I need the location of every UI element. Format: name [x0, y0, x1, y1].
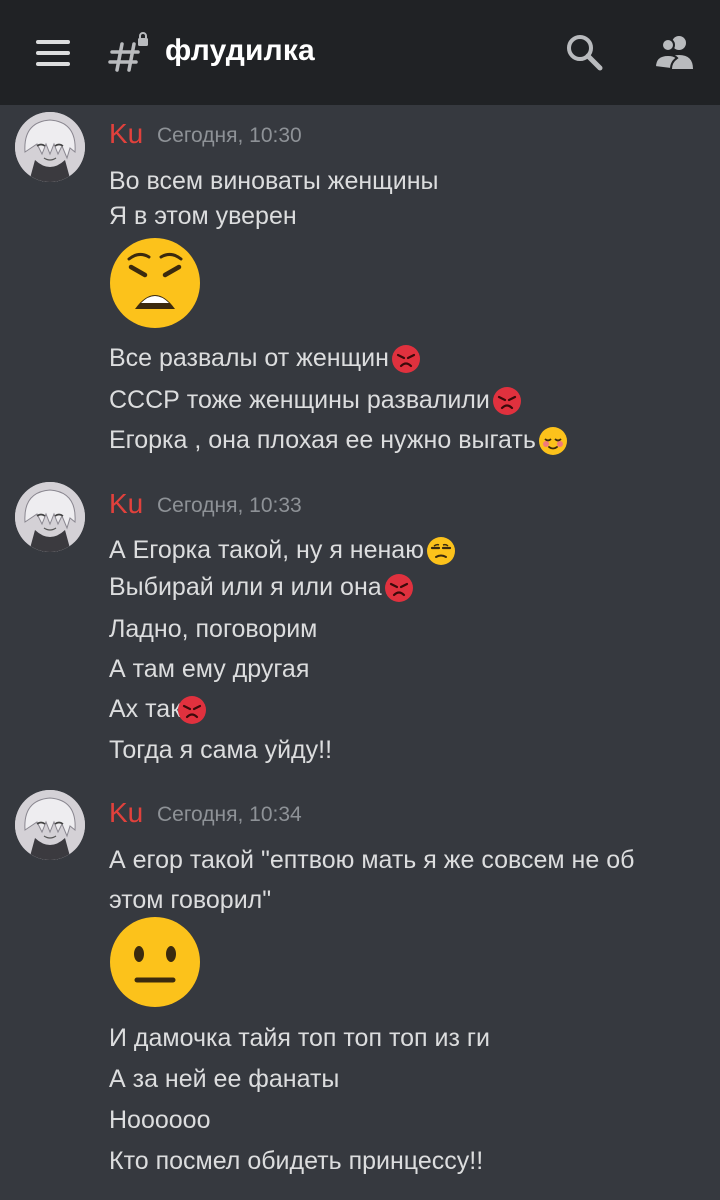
- message-line: Я в этом уверен: [109, 202, 297, 230]
- message-line: Кто посмел обидеть принцессу!!: [109, 1147, 484, 1175]
- search-icon[interactable]: [565, 33, 603, 71]
- message-line: А за ней ее фанаты: [109, 1065, 340, 1093]
- unamused-face-icon: [426, 537, 455, 566]
- message-timestamp: Сегодня, 10:30: [157, 124, 302, 147]
- angry-face-icon: [178, 696, 207, 725]
- angry-face-icon: [391, 345, 420, 374]
- message-line: Ноооооо: [109, 1106, 211, 1134]
- message-line: Выбирай или я или она: [109, 572, 414, 603]
- channel-title: флудилка: [165, 34, 315, 67]
- weary-face-emoji: [110, 238, 200, 328]
- avatar[interactable]: [15, 790, 85, 860]
- angry-face-icon: [384, 574, 413, 603]
- message-timestamp: Сегодня, 10:33: [157, 494, 302, 517]
- message-line: Все развалы от женщин: [109, 343, 421, 374]
- message-author[interactable]: Ku: [109, 797, 143, 829]
- avatar[interactable]: [15, 482, 85, 552]
- message-line: СССР тоже женщины развалили: [109, 385, 522, 416]
- avatar[interactable]: [15, 112, 85, 182]
- discord-chat-screen: флудилка Ku Сегодня, 10:30 Во всем винов…: [0, 0, 720, 1200]
- message-line: Егорка , она плохая ее нужно выгать: [109, 425, 568, 456]
- message-author[interactable]: Ku: [109, 488, 143, 520]
- neutral-face-emoji: [110, 917, 200, 1007]
- angry-face-icon: [492, 387, 521, 416]
- message-line: А егор такой "ептвою мать я же совсем не…: [109, 846, 635, 874]
- members-icon[interactable]: [653, 33, 695, 71]
- message-line: А там ему другая: [109, 655, 310, 683]
- message-line: А Егорка такой, ну я ненаю: [109, 535, 456, 566]
- text-channel-locked-icon: [108, 32, 148, 72]
- message-author[interactable]: Ku: [109, 118, 143, 150]
- message-timestamp: Сегодня, 10:34: [157, 803, 302, 826]
- message-line: этом говорил": [109, 886, 272, 914]
- message-line: Ах так: [109, 694, 207, 725]
- message-line: Тогда я сама уйду!!: [109, 736, 333, 764]
- hamburger-icon[interactable]: [36, 40, 70, 66]
- relieved-face-icon: [538, 427, 567, 456]
- channel-header: флудилка: [0, 0, 720, 105]
- message-line: Ладно, поговорим: [109, 615, 318, 643]
- message-line: Во всем виноваты женщины: [109, 167, 439, 195]
- message-line: И дамочка тайя топ топ топ из ги: [109, 1024, 490, 1052]
